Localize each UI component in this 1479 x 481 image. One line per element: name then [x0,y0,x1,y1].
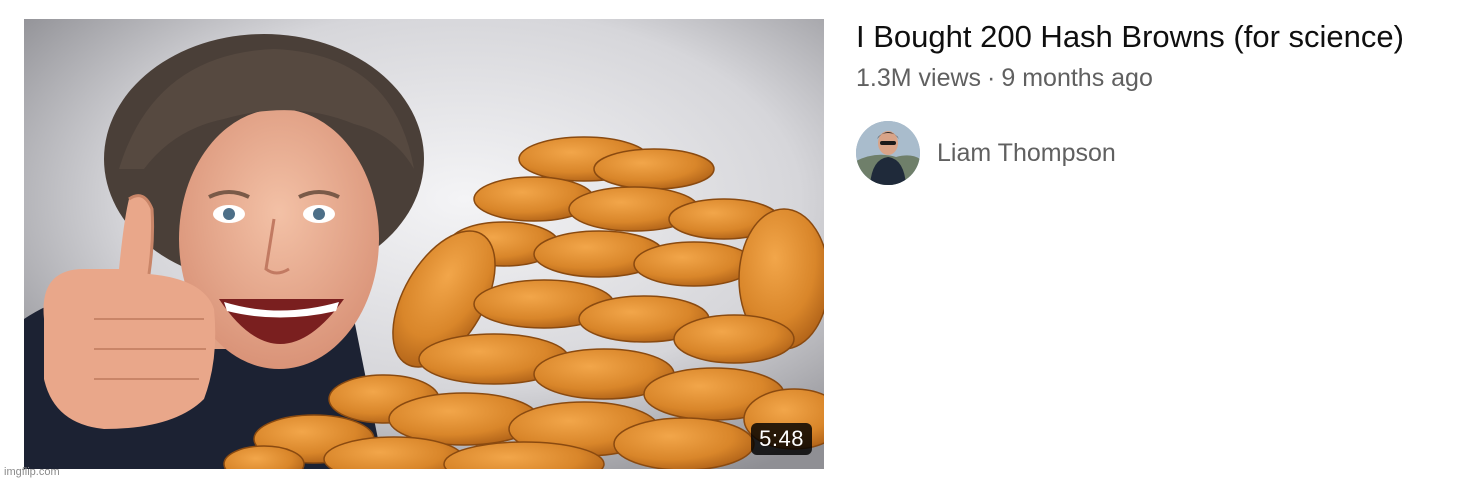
channel-name[interactable]: Liam Thompson [937,139,1116,168]
video-title[interactable]: I Bought 200 Hash Browns (for science) [856,18,1466,56]
channel-row[interactable]: Liam Thompson [856,121,1116,185]
video-card[interactable]: 5:48 I Bought 200 Hash Browns (for scien… [0,0,1479,481]
avatar-image [856,121,920,185]
duration-badge: 5:48 [751,423,812,455]
video-info: I Bought 200 Hash Browns (for science) 1… [856,18,1466,93]
video-thumbnail[interactable]: 5:48 [24,19,824,469]
video-metadata: 1.3M views · 9 months ago [856,64,1466,93]
channel-avatar[interactable] [856,121,920,185]
upload-age: 9 months ago [1001,64,1153,92]
view-count: 1.3M views [856,64,982,92]
thumbnail-image [24,19,824,469]
watermark: imgflip.com [4,466,60,478]
meta-separator: · [987,64,996,92]
